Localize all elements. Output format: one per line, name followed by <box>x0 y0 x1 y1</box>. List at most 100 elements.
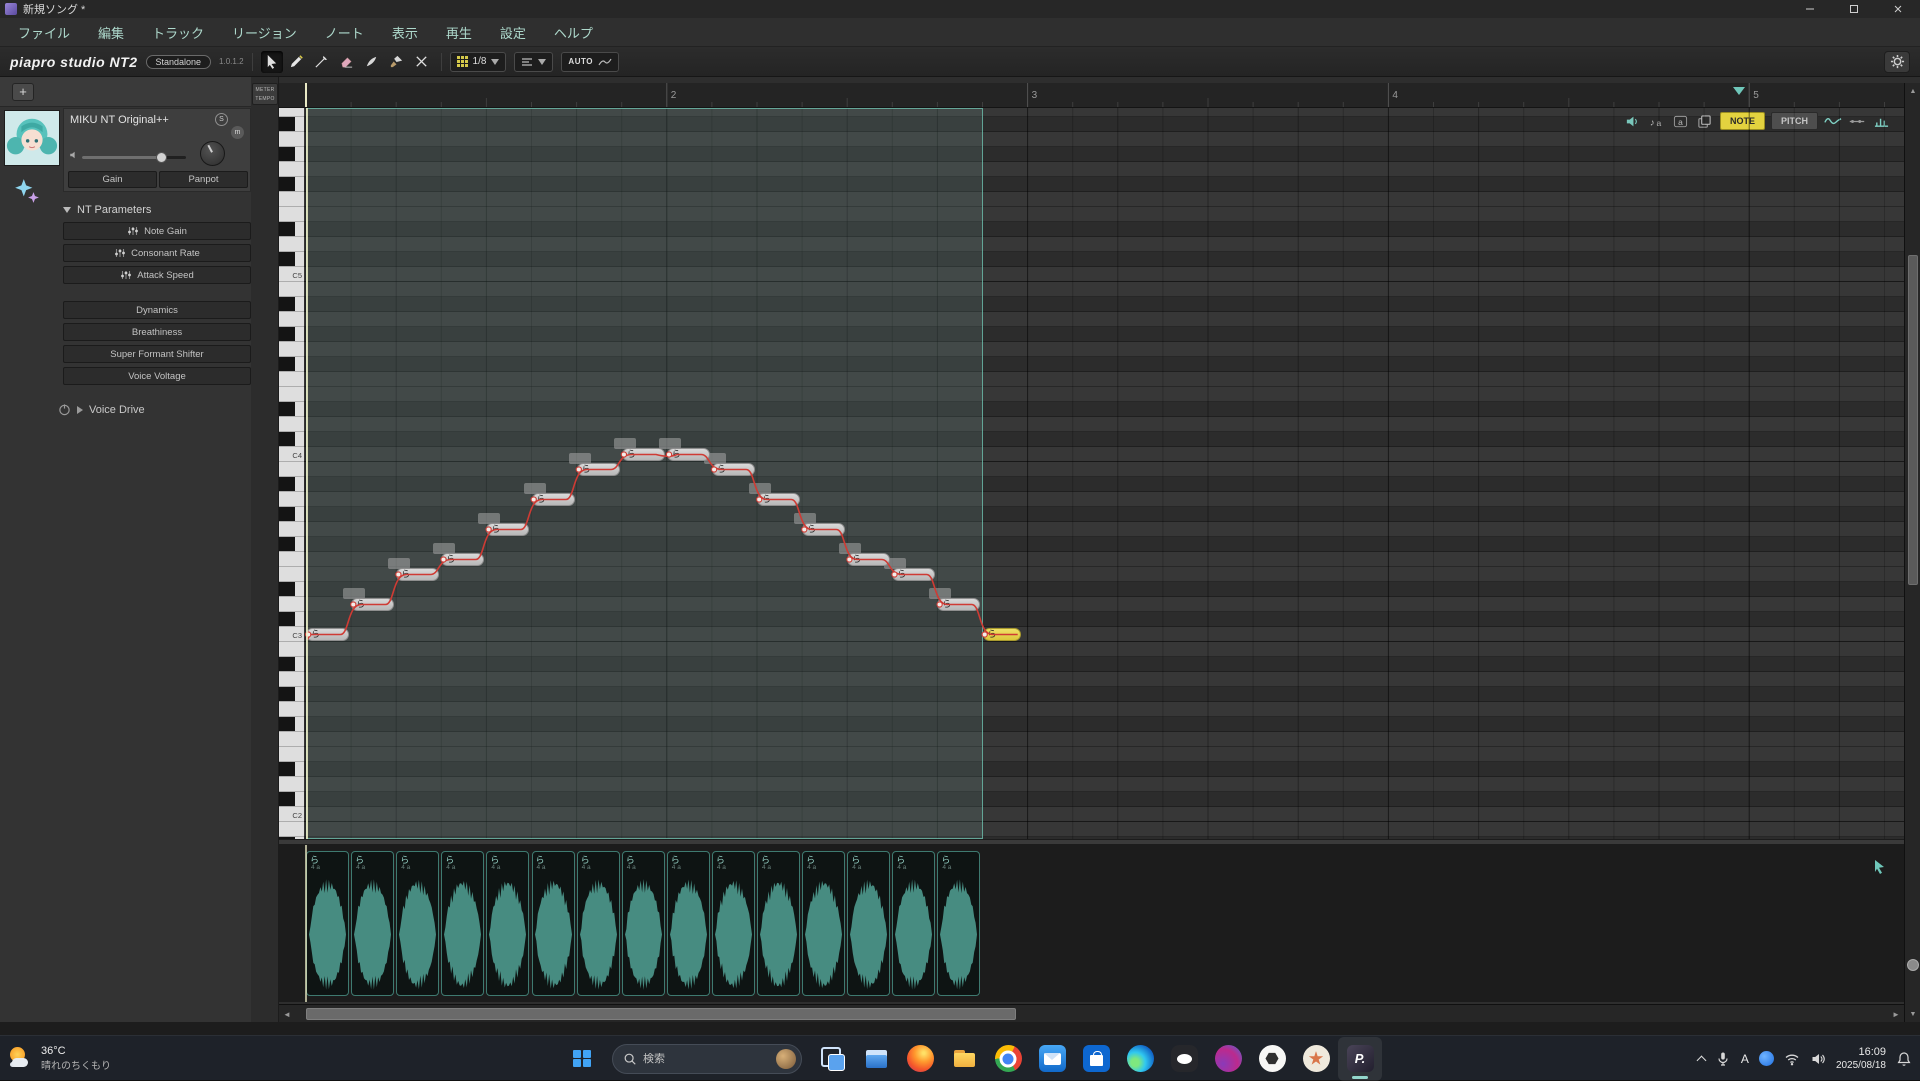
scroll-right-arrow[interactable]: ► <box>1888 1005 1904 1023</box>
black-key[interactable] <box>279 687 304 702</box>
meter-tempo-button[interactable]: METER TEMPO <box>252 83 278 105</box>
waveform-segment[interactable]: ら4 a <box>622 851 665 996</box>
white-key[interactable] <box>279 342 304 357</box>
black-key[interactable] <box>279 297 304 312</box>
taskbar-icon-task-view[interactable] <box>810 1037 854 1081</box>
zoom-knob[interactable] <box>1907 959 1919 971</box>
white-key[interactable] <box>279 462 304 477</box>
waveform-segment[interactable]: ら4 a <box>306 851 349 996</box>
black-key[interactable] <box>279 717 304 732</box>
tray-overflow-chevron[interactable] <box>1696 1055 1706 1065</box>
white-key[interactable] <box>279 387 304 402</box>
voice-drive-row[interactable]: Voice Drive <box>58 403 145 416</box>
waveform-segment[interactable]: ら4 a <box>847 851 890 996</box>
white-key[interactable] <box>279 822 304 837</box>
scroll-up-arrow[interactable]: ▲ <box>1905 83 1920 99</box>
tool-brush-button[interactable] <box>386 51 408 73</box>
curve-button-1[interactable]: Breathiness <box>63 323 251 341</box>
taskbar-icon-store[interactable] <box>1074 1037 1118 1081</box>
black-key[interactable] <box>279 792 304 807</box>
taskbar-icon-folder[interactable] <box>942 1037 986 1081</box>
volume-tray-icon[interactable] <box>1810 1051 1826 1067</box>
menu-item-2[interactable]: トラック <box>138 18 218 46</box>
waveform-segment[interactable]: ら4 a <box>757 851 800 996</box>
panpot-button[interactable]: Panpot <box>159 171 248 188</box>
white-key[interactable] <box>279 192 304 207</box>
waveform-segment[interactable]: ら4 a <box>486 851 529 996</box>
white-key[interactable] <box>279 702 304 717</box>
black-key[interactable] <box>279 657 304 672</box>
song-end-marker[interactable] <box>1733 87 1745 95</box>
white-key[interactable]: C3 <box>279 627 304 642</box>
search-box[interactable] <box>612 1044 802 1074</box>
search-input[interactable] <box>643 1053 770 1065</box>
taskbar-icon-chatgpt[interactable] <box>1250 1037 1294 1081</box>
notification-bell-icon[interactable] <box>1896 1051 1912 1067</box>
scroll-down-arrow[interactable]: ▼ <box>1905 1006 1920 1022</box>
tool-select-button[interactable] <box>261 51 283 73</box>
gain-button[interactable]: Gain <box>68 171 157 188</box>
snap-grid-dropdown[interactable]: 1/8 <box>450 52 507 72</box>
curve-button-2[interactable]: Super Formant Shifter <box>63 345 251 363</box>
taskbar-icon-file-explorer[interactable] <box>854 1037 898 1081</box>
white-key[interactable] <box>279 747 304 762</box>
vertical-scroll-thumb[interactable] <box>1908 255 1918 585</box>
ime-indicator[interactable]: A <box>1741 1052 1749 1066</box>
pitch-curve[interactable] <box>304 108 1904 839</box>
start-button[interactable] <box>560 1037 604 1081</box>
tool-pen-button[interactable] <box>361 51 383 73</box>
menu-item-1[interactable]: 編集 <box>84 18 138 46</box>
black-key[interactable] <box>279 612 304 627</box>
settings-button[interactable] <box>1884 51 1910 73</box>
menu-item-6[interactable]: 再生 <box>432 18 486 46</box>
mute-button[interactable]: m <box>231 126 244 139</box>
black-key[interactable] <box>279 582 304 597</box>
track-header[interactable]: MIKU NT Original++ S m Gain Panpot <box>63 108 251 192</box>
white-key[interactable] <box>279 777 304 792</box>
menu-item-8[interactable]: ヘルプ <box>540 18 607 46</box>
waveform-segment[interactable]: ら4 a <box>441 851 484 996</box>
maximize-button[interactable] <box>1832 0 1876 18</box>
black-key[interactable] <box>279 252 304 267</box>
nt-parameters-header[interactable]: NT Parameters <box>63 204 151 216</box>
mic-icon[interactable] <box>1715 1051 1731 1067</box>
white-key[interactable] <box>279 492 304 507</box>
black-key[interactable] <box>279 357 304 372</box>
piano-roll[interactable]: ♪a a NOTE PITCH らららららららららららららららら <box>304 108 1904 839</box>
white-key[interactable] <box>279 162 304 177</box>
quantize-dropdown[interactable] <box>514 52 553 72</box>
white-key[interactable] <box>279 237 304 252</box>
waveform-segment[interactable]: ら4 a <box>667 851 710 996</box>
solo-button[interactable]: S <box>215 113 228 126</box>
pan-knob[interactable] <box>200 141 225 166</box>
playhead-line[interactable] <box>306 108 308 839</box>
black-key[interactable] <box>279 537 304 552</box>
white-key[interactable] <box>279 372 304 387</box>
tool-pencil-button[interactable] <box>286 51 308 73</box>
taskbar-icon-chrome[interactable] <box>986 1037 1030 1081</box>
menu-item-4[interactable]: ノート <box>311 18 378 46</box>
waveform-segment[interactable]: ら4 a <box>577 851 620 996</box>
black-key[interactable] <box>279 177 304 192</box>
black-key[interactable] <box>279 477 304 492</box>
menu-item-0[interactable]: ファイル <box>4 18 84 46</box>
taskbar-icon-claude[interactable] <box>1294 1037 1338 1081</box>
black-key[interactable] <box>279 147 304 162</box>
search-highlight-icon[interactable] <box>776 1049 796 1069</box>
waveform-segment[interactable]: ら4 a <box>532 851 575 996</box>
white-key[interactable] <box>279 597 304 612</box>
minimize-button[interactable] <box>1788 0 1832 18</box>
waveform-segment[interactable]: ら4 a <box>937 851 980 996</box>
sparkle-icon[interactable] <box>13 177 41 205</box>
tool-cut-button[interactable] <box>411 51 433 73</box>
white-key[interactable] <box>279 552 304 567</box>
taskbar-icon-edge[interactable] <box>1118 1037 1162 1081</box>
curve-button-3[interactable]: Voice Voltage <box>63 367 251 385</box>
curve-button-0[interactable]: Dynamics <box>63 301 251 319</box>
scroll-left-arrow[interactable]: ◄ <box>279 1005 295 1023</box>
piano-keyboard[interactable]: C6C5C4C3C2 <box>279 108 304 839</box>
white-key[interactable] <box>279 132 304 147</box>
taskbar-icon-instagram[interactable] <box>1206 1037 1250 1081</box>
close-button[interactable] <box>1876 0 1920 18</box>
black-key[interactable] <box>279 327 304 342</box>
